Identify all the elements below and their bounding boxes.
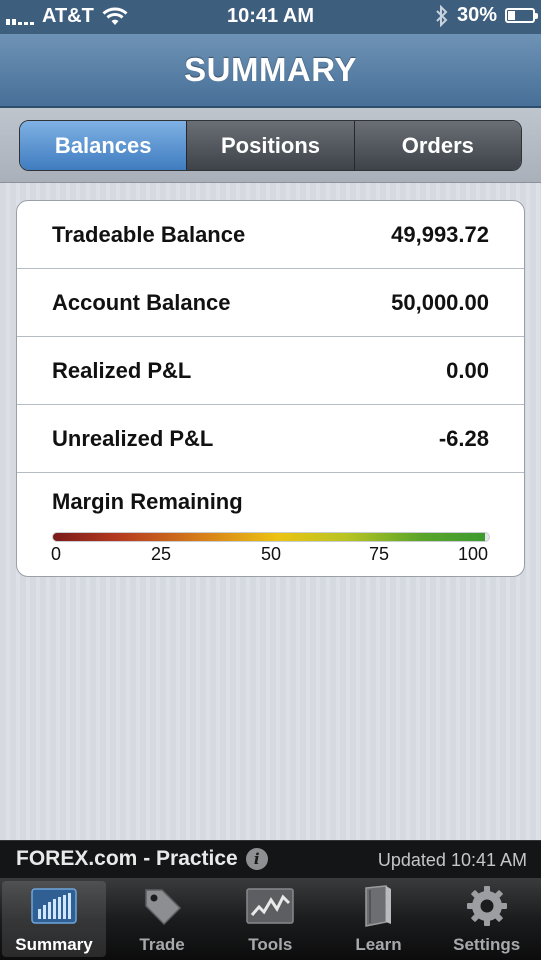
content-area: Tradeable Balance 49,993.72 Account Bala…: [0, 183, 541, 840]
tab-trade[interactable]: Trade: [108, 878, 216, 960]
page-title: SUMMARY: [184, 51, 357, 88]
battery-percent: 30%: [456, 4, 497, 26]
margin-title: Margin Remaining: [52, 489, 243, 514]
status-bar: AT&T 10:41 AM 30%: [0, 0, 541, 34]
balances-card: Tradeable Balance 49,993.72 Account Bala…: [16, 200, 525, 577]
row-value: 50,000.00: [391, 289, 489, 315]
tab-tools[interactable]: Tools: [216, 878, 324, 960]
info-icon[interactable]: i: [245, 848, 268, 870]
tab-settings[interactable]: Settings: [433, 878, 541, 960]
tab-label: Tools: [248, 935, 293, 954]
footer-info-bar: FOREX.com - Practice i Updated 10:41 AM: [0, 840, 541, 878]
battery-level: [508, 11, 515, 20]
tab-label: Trade: [139, 935, 185, 954]
bluetooth-icon: [436, 4, 448, 27]
margin-gauge: [52, 532, 490, 542]
row-value: -6.28: [438, 425, 489, 451]
line-chart-icon: [245, 884, 295, 928]
row-label: Unrealized P&L: [52, 425, 214, 451]
tick-label: 50: [260, 544, 282, 564]
tab-summary[interactable]: Summary: [2, 881, 106, 957]
tab-bar: Summary Trade Tools Learn Settings: [0, 878, 541, 960]
tick-label: 0: [50, 544, 62, 564]
tick-label: 25: [150, 544, 172, 564]
tab-label: Learn: [355, 935, 402, 954]
row-value: 0.00: [446, 357, 489, 383]
gear-icon: [462, 884, 512, 928]
margin-gauge-fill: [53, 533, 485, 541]
battery-icon: [505, 8, 538, 23]
segment-bar: Balances Positions Orders: [0, 108, 541, 183]
balance-row-realized: Realized P&L 0.00: [17, 337, 524, 405]
margin-ticks: 0 25 50 75 100: [50, 542, 490, 566]
tab-learn[interactable]: Learn: [324, 878, 432, 960]
row-label: Account Balance: [52, 289, 231, 315]
tab-label: Settings: [453, 935, 521, 954]
tab-label: Summary: [15, 935, 93, 954]
tag-icon: [137, 884, 187, 928]
book-icon: [353, 884, 403, 928]
balance-row-tradeable: Tradeable Balance 49,993.72: [17, 201, 524, 269]
row-value: 49,993.72: [391, 221, 489, 247]
segment-orders[interactable]: Orders: [353, 121, 521, 170]
tick-label: 75: [368, 544, 390, 564]
tick-label: 100: [457, 544, 489, 564]
row-label: Tradeable Balance: [52, 221, 246, 247]
brand-label: FOREX.com - Practice: [16, 847, 238, 870]
bar-chart-icon: [29, 884, 79, 928]
balance-row-account: Account Balance 50,000.00: [17, 269, 524, 337]
updated-time: Updated 10:41 AM: [377, 850, 527, 870]
nav-header: SUMMARY: [0, 34, 541, 108]
balance-row-unrealized: Unrealized P&L -6.28: [17, 405, 524, 473]
segment-positions[interactable]: Positions: [186, 121, 354, 170]
margin-section: Margin Remaining 0 25 50 75 100: [17, 473, 524, 566]
segmented-control: Balances Positions Orders: [19, 120, 522, 171]
row-label: Realized P&L: [52, 357, 192, 383]
segment-balances[interactable]: Balances: [20, 121, 187, 170]
